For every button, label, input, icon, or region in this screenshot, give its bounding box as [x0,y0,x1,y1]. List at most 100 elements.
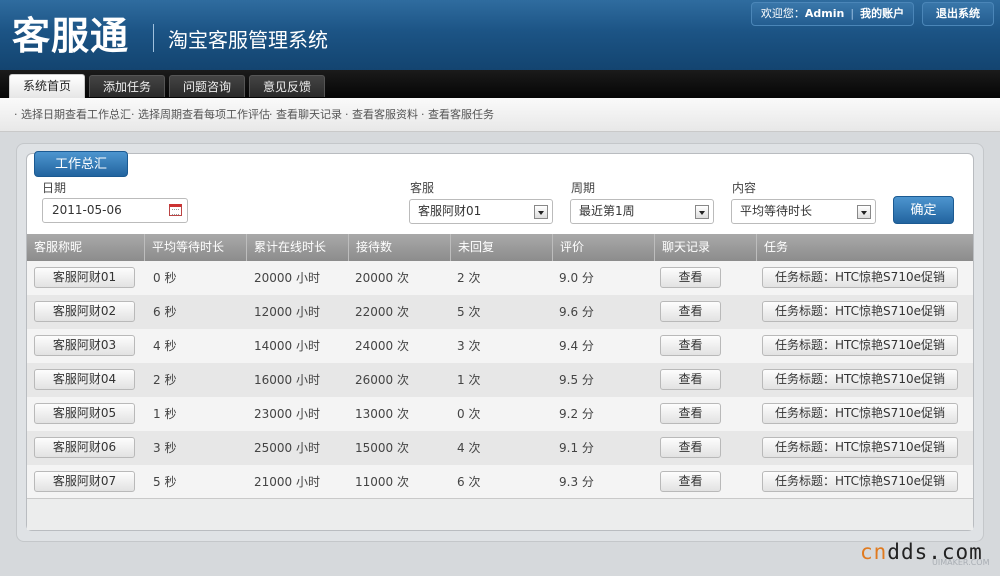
column-header-task: 任务 [756,234,973,261]
chevron-down-icon[interactable] [857,205,871,219]
welcome-text: 欢迎您： [760,7,805,20]
avg-wait-cell: 4 秒 [153,339,177,353]
agent-name-button[interactable]: 客服阿财07 [34,471,135,492]
view-chat-button[interactable]: 查看 [660,301,721,322]
table-row: 客服阿财04 2 秒 16000 小时 26000 次 1 次 9.5 分 查看… [27,363,973,397]
content-select[interactable]: 平均等待时长 [731,199,876,224]
date-value: 2011-05-06 [52,203,122,217]
agent-name-button[interactable]: 客服阿财05 [34,403,135,424]
date-input[interactable]: 2011-05-06 [42,198,188,223]
online-time-cell: 23000 小时 [254,407,320,421]
rating-cell: 9.5 分 [559,373,594,387]
unreplied-cell: 5 次 [457,305,481,319]
content-select-value: 平均等待时长 [740,204,813,218]
view-chat-button[interactable]: 查看 [660,403,721,424]
agent-name-button[interactable]: 客服阿财02 [34,301,135,322]
agent-label: 客服 [410,181,435,195]
column-header-unreplied: 未回复 [450,234,552,261]
agent-name-button[interactable]: 客服阿财03 [34,335,135,356]
view-chat-button[interactable]: 查看 [660,369,721,390]
sublink-work-summary[interactable]: · 选择日期查看工作总汇 [14,108,131,122]
agent-select-value: 客服阿财01 [418,204,482,218]
sublink-agent-tasks[interactable]: · 查看客服任务 [421,108,494,122]
sublink-period-eval[interactable]: · 选择周期查看每项工作评估 [131,108,270,122]
period-select-value: 最近第1周 [579,204,635,218]
column-header-online-time: 累计在线时长 [246,234,348,261]
unreplied-cell: 2 次 [457,271,481,285]
column-header-received: 接待数 [348,234,450,261]
watermark-part-a: cn [860,540,888,564]
logout-button[interactable]: 退出系统 [922,2,994,26]
task-button[interactable]: 任务标题：HTC惊艳S710e促销 [762,301,958,322]
online-time-cell: 25000 小时 [254,441,320,455]
app-header: 客服通 淘宝客服管理系统 欢迎您：Admin | 我的账户 退出系统 [0,0,1000,70]
chevron-down-icon[interactable] [534,205,548,219]
online-time-cell: 21000 小时 [254,475,320,489]
sublink-chat-log[interactable]: · 查看聊天记录 [269,108,342,122]
table-row: 客服阿财07 5 秒 21000 小时 11000 次 6 次 9.3 分 查看… [27,465,973,499]
table-header: 客服称昵 平均等待时长 累计在线时长 接待数 未回复 评价 聊天记录 任务 [27,234,973,261]
rating-cell: 9.6 分 [559,305,594,319]
online-time-cell: 12000 小时 [254,305,320,319]
task-button[interactable]: 任务标题：HTC惊艳S710e促销 [762,403,958,424]
column-header-avg-wait: 平均等待时长 [144,234,246,261]
section-title-work-summary[interactable]: 工作总汇 [34,151,128,177]
rating-cell: 9.3 分 [559,475,594,489]
task-button[interactable]: 任务标题：HTC惊艳S710e促销 [762,335,958,356]
avg-wait-cell: 5 秒 [153,475,177,489]
user-box: 欢迎您：Admin | 我的账户 [751,2,914,26]
rating-cell: 9.0 分 [559,271,594,285]
received-cell: 22000 次 [355,305,409,319]
online-time-cell: 16000 小时 [254,373,320,387]
calendar-icon[interactable] [169,204,182,216]
table-row: 客服阿财03 4 秒 14000 小时 24000 次 3 次 9.4 分 查看… [27,329,973,363]
sublink-agent-profile[interactable]: · 查看客服资料 [345,108,418,122]
period-select[interactable]: 最近第1周 [570,199,714,224]
view-chat-button[interactable]: 查看 [660,335,721,356]
online-time-cell: 20000 小时 [254,271,320,285]
app-logo: 客服通 [12,14,130,58]
column-header-rating: 评价 [552,234,654,261]
rating-cell: 9.2 分 [559,407,594,421]
table-row: 客服阿财01 0 秒 20000 小时 20000 次 2 次 9.0 分 查看… [27,261,973,295]
unreplied-cell: 3 次 [457,339,481,353]
avg-wait-cell: 2 秒 [153,373,177,387]
logo-divider [153,24,154,52]
received-cell: 24000 次 [355,339,409,353]
agent-name-button[interactable]: 客服阿财04 [34,369,135,390]
task-button[interactable]: 任务标题：HTC惊艳S710e促销 [762,471,958,492]
tab-feedback[interactable]: 意见反馈 [249,75,325,97]
avg-wait-cell: 6 秒 [153,305,177,319]
period-label: 周期 [571,181,596,195]
view-chat-button[interactable]: 查看 [660,267,721,288]
table-row: 客服阿财06 3 秒 25000 小时 15000 次 4 次 9.1 分 查看… [27,431,973,465]
avg-wait-cell: 3 秒 [153,441,177,455]
agent-name-button[interactable]: 客服阿财01 [34,267,135,288]
received-cell: 20000 次 [355,271,409,285]
agent-name-button[interactable]: 客服阿财06 [34,437,135,458]
my-account-link[interactable]: 我的账户 [860,7,904,20]
unreplied-cell: 4 次 [457,441,481,455]
app-subtitle: 淘宝客服管理系统 [168,28,328,52]
received-cell: 26000 次 [355,373,409,387]
agent-select[interactable]: 客服阿财01 [409,199,553,224]
user-divider: | [850,7,855,20]
tab-add-task[interactable]: 添加任务 [89,75,165,97]
chevron-down-icon[interactable] [695,205,709,219]
task-button[interactable]: 任务标题：HTC惊艳S710e促销 [762,267,958,288]
tab-consult[interactable]: 问题咨询 [169,75,245,97]
view-chat-button[interactable]: 查看 [660,471,721,492]
confirm-button[interactable]: 确定 [893,196,954,224]
date-label: 日期 [42,181,67,195]
table-row: 客服阿财02 6 秒 12000 小时 22000 次 5 次 9.6 分 查看… [27,295,973,329]
watermark-subtext: UIMAKER.COM [932,558,990,567]
main-nav: 系统首页 添加任务 问题咨询 意见反馈 [0,70,1000,98]
task-button[interactable]: 任务标题：HTC惊艳S710e促销 [762,369,958,390]
column-header-nickname: 客服称昵 [34,240,83,254]
tab-home[interactable]: 系统首页 [9,74,85,98]
avg-wait-cell: 1 秒 [153,407,177,421]
view-chat-button[interactable]: 查看 [660,437,721,458]
received-cell: 11000 次 [355,475,409,489]
task-button[interactable]: 任务标题：HTC惊艳S710e促销 [762,437,958,458]
unreplied-cell: 0 次 [457,407,481,421]
